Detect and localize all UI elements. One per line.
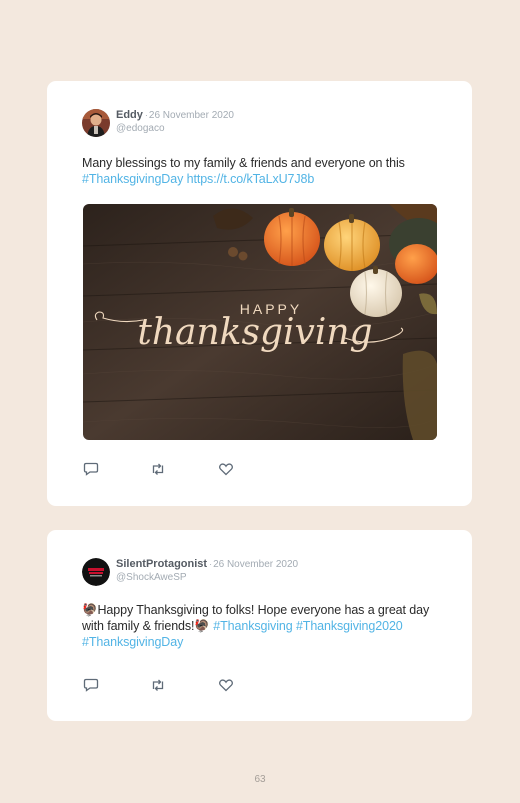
- author-name[interactable]: Eddy: [116, 109, 143, 121]
- avatar[interactable]: [82, 558, 110, 586]
- tweet-card: Eddy ·26 November 2020 @edogaco Many bles…: [47, 81, 472, 506]
- retweet-icon: [152, 679, 164, 691]
- heart-icon: [219, 463, 233, 476]
- retweet-button[interactable]: [150, 677, 166, 693]
- tweet-actions: [83, 461, 243, 477]
- image-title-script: thanksgiving: [137, 312, 372, 353]
- page-number: 63: [254, 774, 266, 785]
- retweet-button[interactable]: [150, 461, 166, 477]
- author-name[interactable]: SilentProtagonist: [116, 558, 207, 570]
- separator: ·: [209, 559, 213, 569]
- tweet-image[interactable]: HAPPY thanksgiving: [83, 204, 437, 440]
- reply-icon: [83, 462, 99, 476]
- reply-button[interactable]: [83, 461, 99, 477]
- tweet-card: SilentProtagonist ·26 November 2020 @Shoc…: [47, 530, 472, 721]
- turkey-emoji: 🦃: [194, 619, 210, 633]
- retweet-icon: [152, 463, 164, 475]
- tweet-text: 🦃Happy Thanksgiving to folks! Hope every…: [82, 602, 442, 650]
- tweet-header: Eddy ·26 November 2020 @edogaco: [82, 108, 442, 138]
- heart-icon: [219, 679, 233, 692]
- tweet-date[interactable]: 26 November 2020: [213, 559, 298, 570]
- tweet-header: SilentProtagonist ·26 November 2020 @Shoc…: [82, 557, 442, 587]
- tweet-date[interactable]: 26 November 2020: [149, 110, 234, 121]
- tweet-text: Many blessings to my family & friends an…: [82, 155, 442, 187]
- hashtag-link[interactable]: #ThanksgivingDay: [82, 172, 183, 186]
- author-handle[interactable]: @edogaco: [116, 123, 165, 134]
- author-handle[interactable]: @ShockAweSP: [116, 572, 187, 583]
- reply-icon: [83, 678, 99, 692]
- url-link[interactable]: https://t.co/kTaLxU7J8b: [183, 172, 315, 186]
- avatar[interactable]: [82, 109, 110, 137]
- tweet-actions: [83, 677, 243, 693]
- separator: ·: [144, 110, 148, 120]
- like-button[interactable]: [218, 461, 234, 477]
- tweet-body: Many blessings to my family & friends an…: [82, 156, 405, 170]
- turkey-emoji: 🦃: [82, 603, 98, 617]
- like-button[interactable]: [218, 677, 234, 693]
- reply-button[interactable]: [83, 677, 99, 693]
